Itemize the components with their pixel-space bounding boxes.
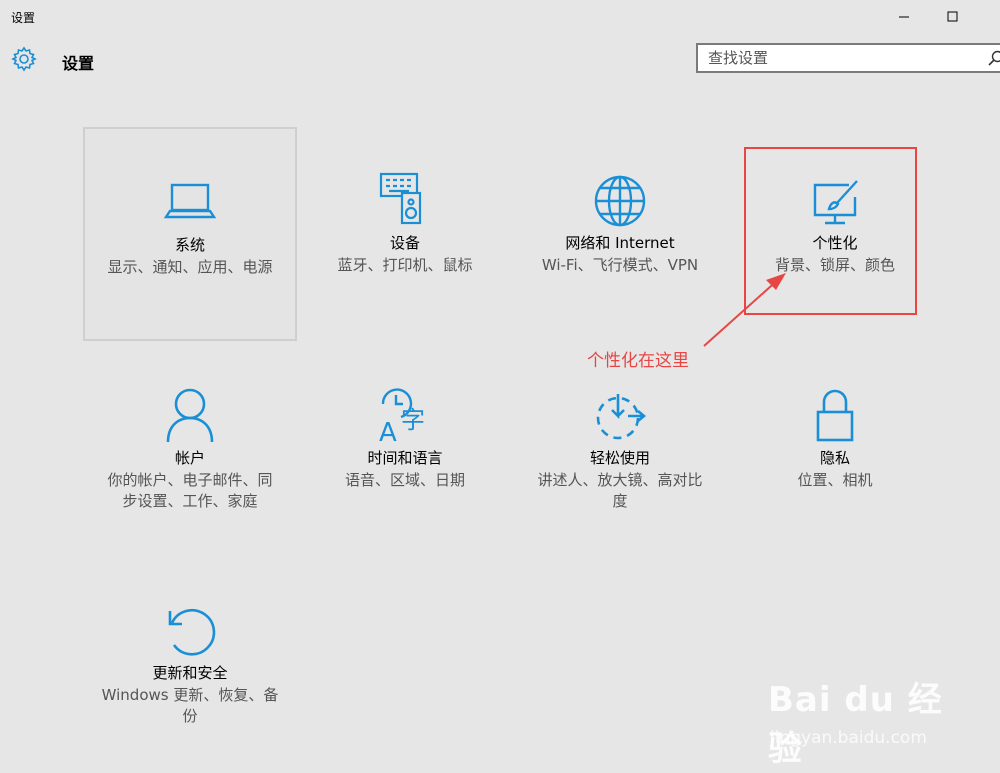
maximize-button[interactable]	[930, 4, 976, 30]
svg-text:字: 字	[401, 406, 425, 434]
ease-of-access-icon	[590, 386, 650, 446]
tile-accounts-desc: 你的帐户、电子邮件、同步设置、工作、家庭	[107, 471, 273, 510]
tile-system[interactable]: 系统 显示、通知、应用、电源	[83, 127, 297, 341]
minimize-icon	[899, 16, 909, 18]
time-language-icon: A 字	[375, 386, 435, 446]
tile-devices-name: 设备	[389, 234, 420, 252]
window-title: 设置	[11, 11, 36, 25]
gear-icon	[11, 46, 37, 72]
tile-network-desc: Wi-Fi、飞行模式、VPN	[541, 256, 699, 274]
tile-ease-of-access-name: 轻松使用	[589, 449, 650, 467]
page-title: 设置	[62, 54, 95, 73]
tile-time-language-name: 时间和语言	[367, 449, 443, 467]
watermark-logo: Bai du 经验	[768, 680, 943, 769]
annotation-text: 个性化在这里	[587, 351, 689, 371]
tile-update-security[interactable]: 更新和安全 Windows 更新、恢复、备份	[83, 557, 297, 771]
laptop-icon	[160, 175, 220, 235]
tile-devices-desc: 蓝牙、打印机、鼠标	[337, 256, 473, 274]
svg-text:A: A	[379, 418, 397, 446]
tile-system-name: 系统	[174, 236, 205, 254]
globe-icon	[590, 171, 650, 231]
tile-network[interactable]: 网络和 Internet Wi-Fi、飞行模式、VPN	[513, 127, 727, 341]
tile-privacy[interactable]: 隐私 位置、相机	[728, 342, 942, 556]
person-icon	[160, 386, 220, 446]
annotation-arrow-icon	[703, 273, 786, 347]
minimize-button[interactable]	[881, 4, 927, 30]
tile-accounts-name: 帐户	[174, 449, 205, 467]
tile-time-language-desc: 语音、区域、日期	[344, 471, 465, 489]
search-box[interactable]	[696, 43, 1000, 73]
tile-system-desc: 显示、通知、应用、电源	[107, 258, 273, 276]
tile-update-security-desc: Windows 更新、恢复、备份	[101, 686, 279, 725]
tile-privacy-name: 隐私	[819, 449, 850, 467]
devices-icon	[375, 169, 435, 229]
tile-devices[interactable]: 设备 蓝牙、打印机、鼠标	[298, 127, 512, 341]
title-bar: 设置	[0, 0, 1000, 34]
update-icon	[160, 601, 220, 661]
watermark-url: jingyan.baidu.com	[770, 728, 927, 748]
maximize-icon	[947, 11, 958, 22]
baidu-watermark: Bai du 经验 jingyan.baidu.com	[768, 672, 968, 769]
tile-ease-of-access[interactable]: 轻松使用 讲述人、放大镜、高对比度	[513, 342, 727, 556]
tile-privacy-desc: 位置、相机	[797, 471, 873, 489]
tile-accounts[interactable]: 帐户 你的帐户、电子邮件、同步设置、工作、家庭	[83, 342, 297, 556]
tile-update-security-name: 更新和安全	[152, 664, 228, 682]
lock-icon	[805, 386, 865, 446]
tile-time-language[interactable]: A 字 时间和语言 语音、区域、日期	[298, 342, 512, 556]
tile-network-name: 网络和 Internet	[565, 234, 675, 252]
search-input[interactable]	[708, 48, 978, 68]
tile-ease-of-access-desc: 讲述人、放大镜、高对比度	[537, 471, 703, 510]
search-icon[interactable]	[988, 50, 1000, 66]
